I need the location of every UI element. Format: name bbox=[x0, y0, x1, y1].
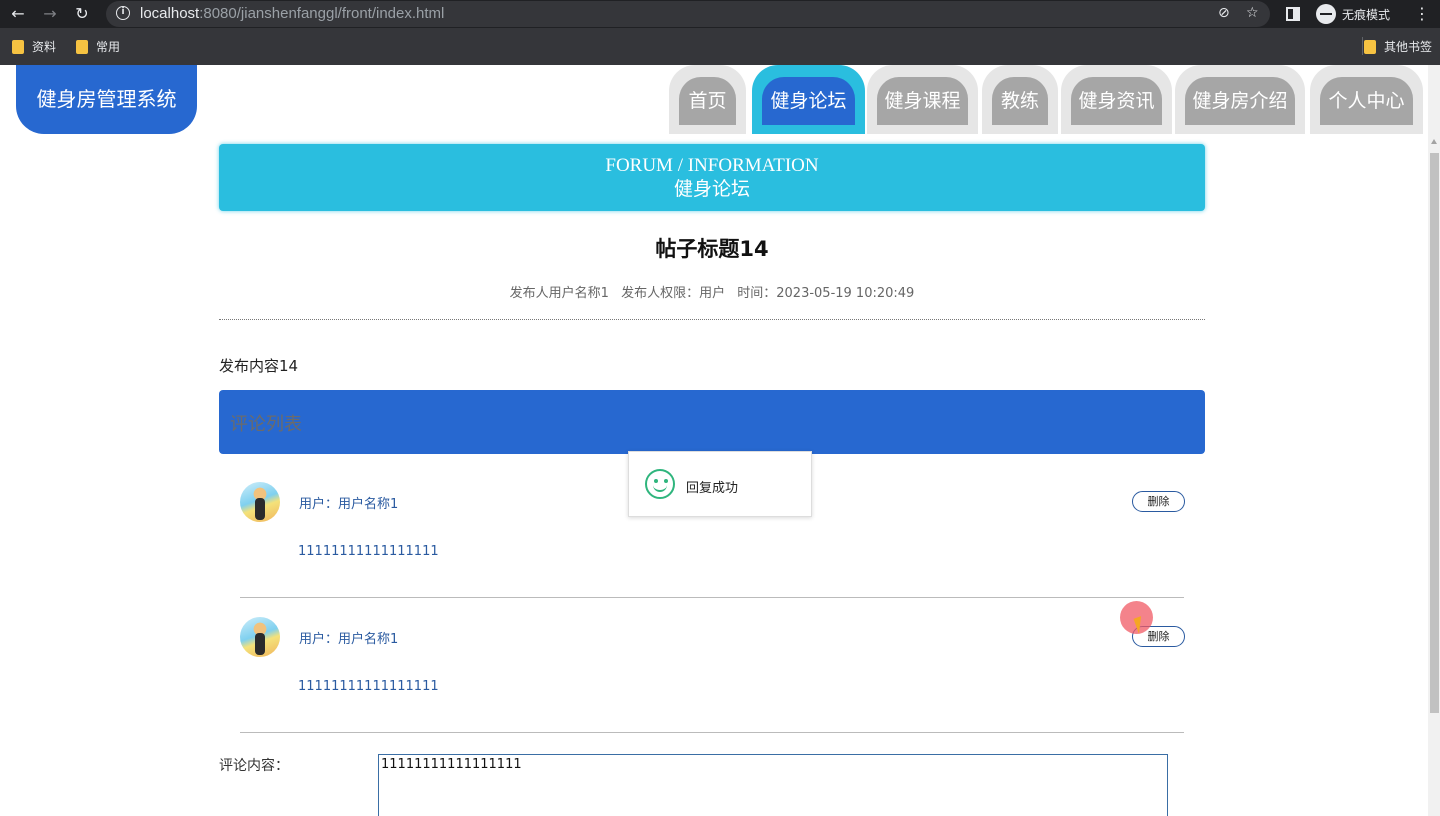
delete-button[interactable]: 删除 bbox=[1132, 491, 1185, 512]
post-title: 帖子标题14 bbox=[655, 237, 769, 261]
reload-icon[interactable]: ↻ bbox=[72, 4, 92, 24]
nav-tab-label: 健身房介绍 bbox=[1185, 77, 1295, 125]
comment-user: 用户：用户名称1 bbox=[299, 497, 399, 512]
post-content: 发布内容14 bbox=[219, 357, 299, 375]
nav-tab-label: 个人中心 bbox=[1320, 77, 1413, 125]
post-author: 发布人用户名称1 bbox=[509, 286, 609, 301]
folder-icon bbox=[12, 39, 24, 54]
avatar bbox=[240, 617, 280, 657]
smile-icon bbox=[645, 469, 675, 499]
nav-tab-label: 健身课程 bbox=[877, 77, 968, 125]
bookmark-folder-ziliao[interactable]: 资料 bbox=[12, 38, 56, 55]
post-time: 时间：2023-05-19 10:20:49 bbox=[737, 286, 915, 301]
nav-tab-label: 教练 bbox=[992, 77, 1048, 125]
nav-tab-about[interactable]: 健身房介绍 bbox=[1175, 65, 1305, 134]
folder-icon bbox=[1364, 39, 1376, 54]
back-icon[interactable]: ← bbox=[8, 4, 28, 24]
other-bookmarks[interactable]: 其他书签 bbox=[1364, 38, 1432, 55]
comment-text: 11111111111111111 bbox=[298, 679, 439, 694]
page-viewport: 健身房管理系统 首页 健身论坛 健身课程 教练 健身资讯 健身房介绍 个人中心 … bbox=[0, 65, 1428, 816]
nav-tab-profile[interactable]: 个人中心 bbox=[1310, 65, 1423, 134]
bookmark-label: 常用 bbox=[96, 40, 121, 54]
comment-list-header: 评论列表 bbox=[219, 390, 1205, 454]
comment-text: 11111111111111111 bbox=[298, 544, 439, 559]
comment-list-title: 评论列表 bbox=[230, 414, 302, 435]
post-role: 发布人权限：用户 bbox=[621, 286, 726, 301]
url-text: localhost:8080/jianshenfanggl/front/inde… bbox=[140, 5, 445, 22]
banner-title-cn: 健身论坛 bbox=[673, 178, 750, 200]
bookmark-folder-changyong[interactable]: 常用 bbox=[76, 38, 120, 55]
nav-tab-coaches[interactable]: 教练 bbox=[982, 65, 1058, 134]
incognito-indicator[interactable]: 无痕模式 bbox=[1312, 2, 1398, 26]
scroll-up-icon[interactable] bbox=[1431, 139, 1437, 144]
site-logo[interactable]: 健身房管理系统 bbox=[16, 65, 197, 134]
blocked-icon[interactable]: ⊘ bbox=[1218, 5, 1230, 21]
nav-tab-label: 首页 bbox=[679, 77, 736, 125]
browser-toolbar: ← → ↻ i localhost:8080/jianshenfanggl/fr… bbox=[0, 0, 1440, 28]
toast-message: 回复成功 bbox=[628, 451, 812, 517]
nav-tab-courses[interactable]: 健身课程 bbox=[867, 65, 978, 134]
bookmark-separator bbox=[1362, 37, 1363, 55]
bookmark-label: 其他书签 bbox=[1384, 40, 1433, 54]
scrollbar-thumb[interactable] bbox=[1430, 153, 1439, 713]
nav-tab-forum[interactable]: 健身论坛 bbox=[752, 65, 865, 134]
banner-title-en: FORUM / INFORMATION bbox=[605, 155, 819, 176]
nav-tab-label: 健身资讯 bbox=[1071, 77, 1162, 125]
incognito-icon bbox=[1316, 4, 1336, 24]
address-bar[interactable]: i localhost:8080/jianshenfanggl/front/in… bbox=[106, 1, 1270, 27]
incognito-label: 无痕模式 bbox=[1342, 7, 1391, 22]
forward-icon[interactable]: → bbox=[40, 4, 60, 24]
bookmarks-bar: 资料 常用 其他书签 bbox=[0, 28, 1440, 65]
side-panel-icon[interactable] bbox=[1286, 7, 1300, 21]
scrollbar[interactable] bbox=[1428, 65, 1440, 816]
toast-text: 回复成功 bbox=[686, 481, 739, 496]
info-icon[interactable]: i bbox=[116, 6, 130, 20]
bookmark-label: 资料 bbox=[32, 40, 57, 54]
nav-tab-label: 健身论坛 bbox=[762, 77, 855, 125]
nav-tab-home[interactable]: 首页 bbox=[669, 65, 746, 134]
comment-user: 用户：用户名称1 bbox=[299, 632, 399, 647]
comment-form-label: 评论内容： bbox=[219, 758, 289, 774]
folder-icon bbox=[76, 39, 88, 54]
section-banner: FORUM / INFORMATION 健身论坛 bbox=[219, 144, 1205, 211]
divider bbox=[219, 319, 1205, 320]
menu-icon[interactable]: ⋮ bbox=[1414, 4, 1430, 23]
avatar bbox=[240, 482, 280, 522]
nav-tab-news[interactable]: 健身资讯 bbox=[1061, 65, 1172, 134]
post-meta: 发布人用户名称1 发布人权限：用户 时间：2023-05-19 10:20:49 bbox=[219, 282, 1205, 301]
star-icon[interactable]: ☆ bbox=[1246, 5, 1259, 21]
comment-item: 用户：用户名称1 删除 11111111111111111 bbox=[240, 599, 1185, 733]
comment-textarea[interactable]: 11111111111111111 bbox=[378, 754, 1168, 816]
